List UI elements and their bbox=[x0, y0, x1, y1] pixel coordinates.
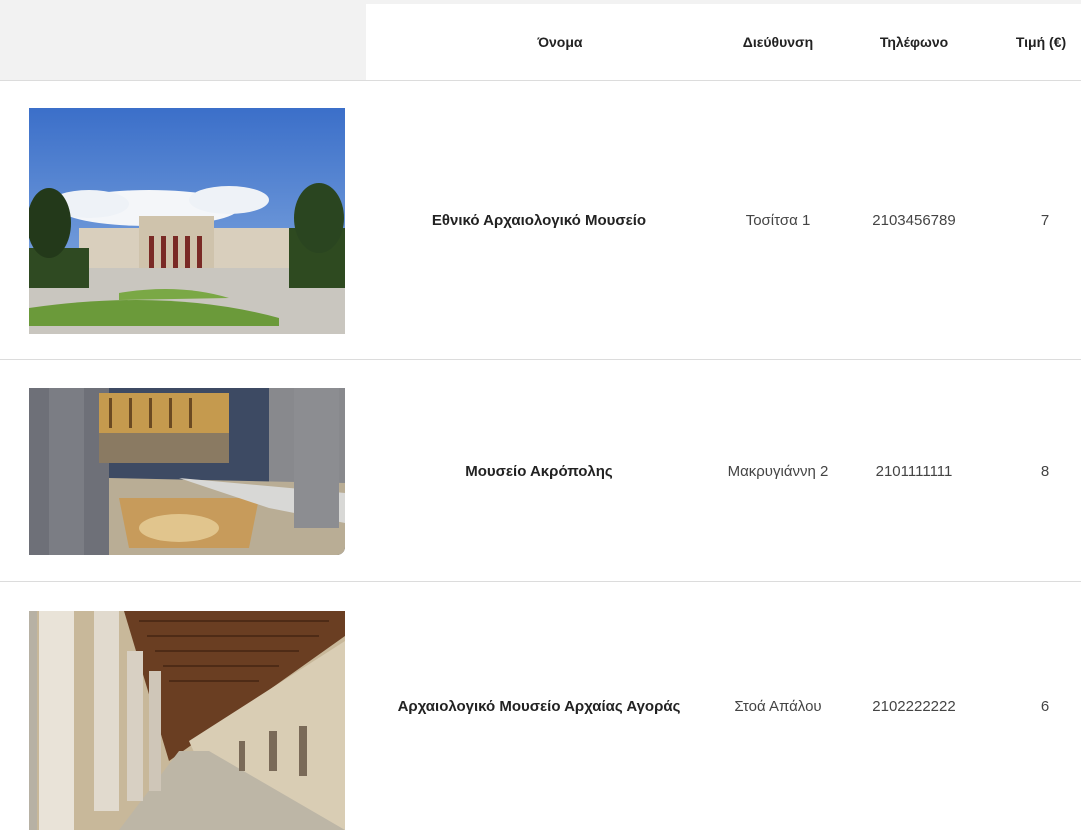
museum-price: 7 bbox=[1040, 212, 1050, 229]
museum-phone: 2103456789 bbox=[872, 212, 956, 229]
museum-address: Στοά Απάλου bbox=[734, 697, 822, 715]
table-row[interactable]: Αρχαιολογικό Μουσείο Αρχαίας Αγοράς Στοά… bbox=[0, 581, 1081, 830]
museum-name: Μουσείο Ακρόπολης bbox=[465, 462, 613, 480]
museum-photo bbox=[29, 108, 345, 334]
header-name[interactable]: Όνομα bbox=[366, 4, 754, 80]
header-price[interactable]: Τιμή (€) bbox=[991, 4, 1081, 80]
header-address[interactable]: Διεύθυνση bbox=[718, 4, 838, 80]
museum-name: Αρχαιολογικό Μουσείο Αρχαίας Αγοράς bbox=[397, 697, 681, 715]
museum-price: 6 bbox=[1040, 697, 1050, 715]
museum-phone: 2102222222 bbox=[872, 697, 956, 715]
table-row[interactable]: Εθνικό Αρχαιολογικό Μουσείο Τοσίτσα 1 21… bbox=[0, 80, 1081, 360]
museum-photo bbox=[29, 611, 345, 830]
museum-address: Μακρυγιάννη 2 bbox=[727, 462, 829, 480]
museum-name: Εθνικό Αρχαιολογικό Μουσείο bbox=[431, 212, 647, 229]
museum-photo bbox=[29, 388, 345, 555]
table-header: Όνομα Διεύθυνση Τηλέφωνο Τιμή (€) bbox=[366, 4, 1081, 80]
table-row[interactable]: Μουσείο Ακρόπολης Μακρυγιάννη 2 21011111… bbox=[0, 359, 1081, 582]
museum-address: Τοσίτσα 1 bbox=[745, 212, 811, 229]
museum-phone: 2101111111 bbox=[875, 462, 953, 480]
header-phone[interactable]: Τηλέφωνο bbox=[854, 4, 974, 80]
museum-price: 8 bbox=[1040, 462, 1050, 480]
